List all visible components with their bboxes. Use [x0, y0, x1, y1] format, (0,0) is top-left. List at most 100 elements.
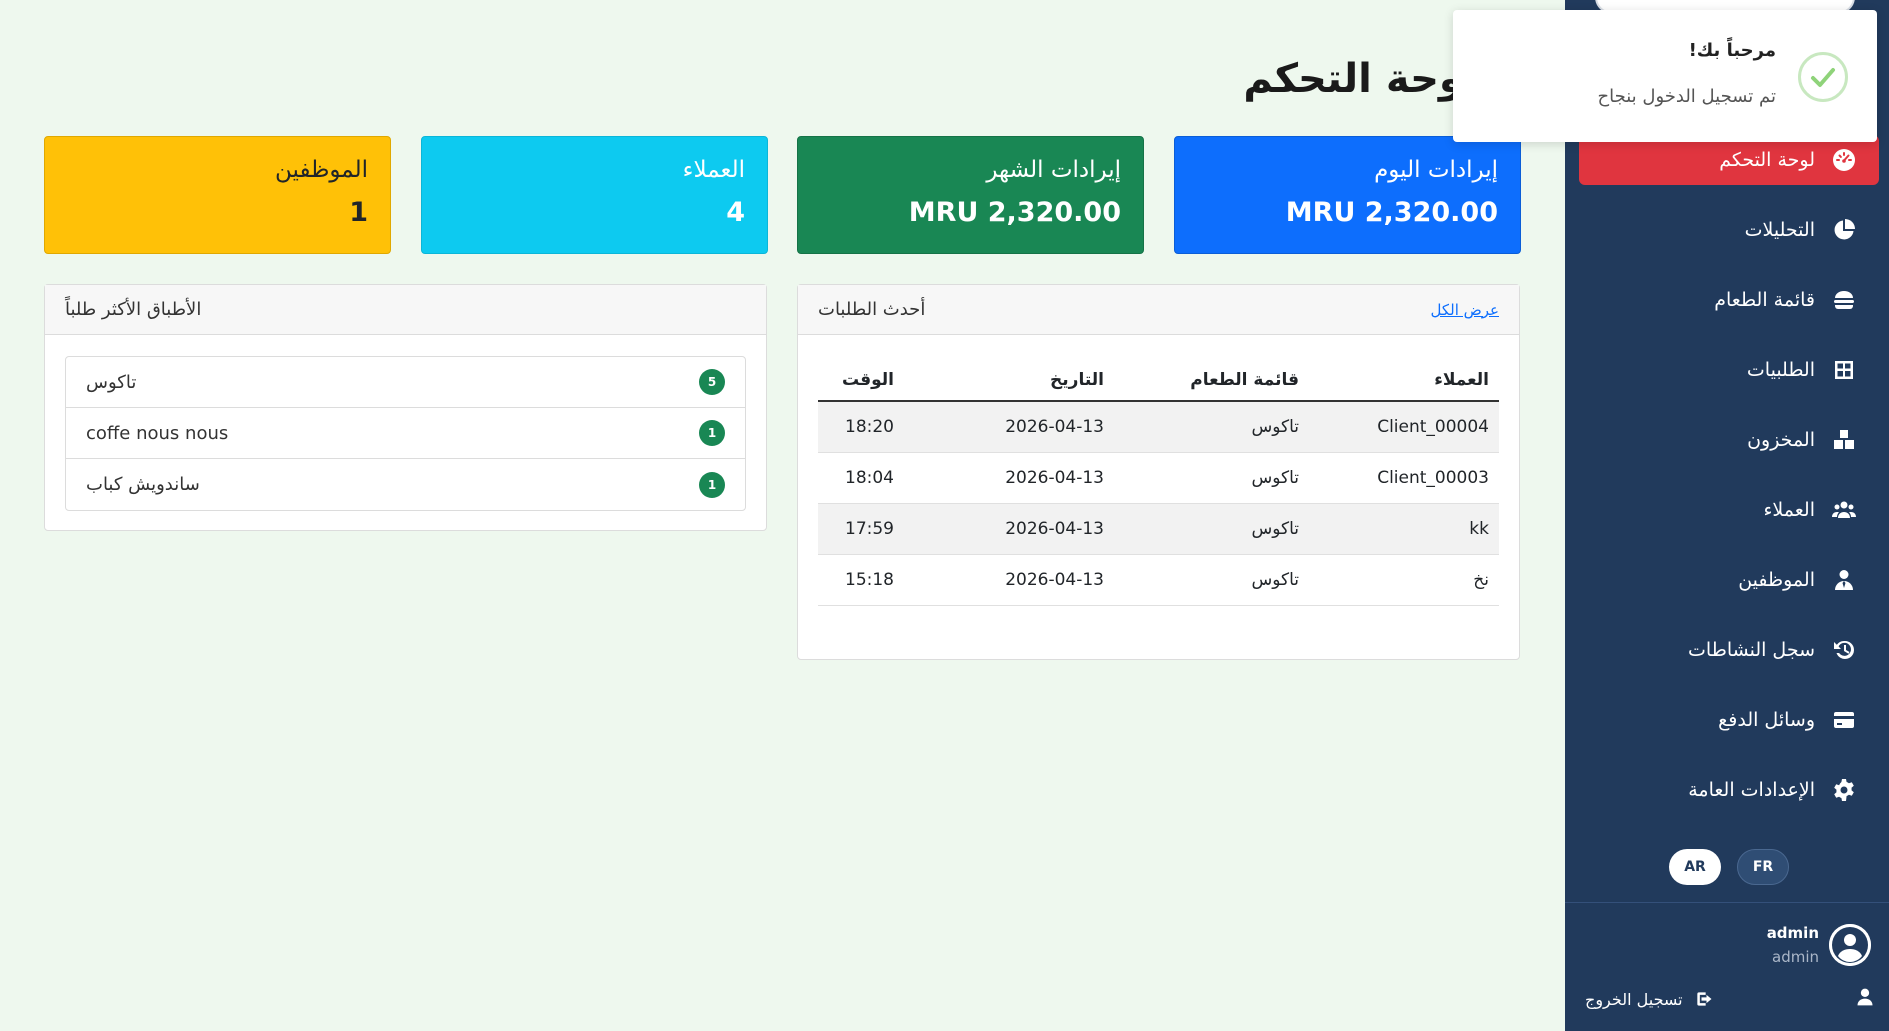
cell-menu: تاكوس — [1104, 554, 1299, 606]
sidebar-item-label: لوحة التحكم — [1719, 149, 1815, 171]
column-header-time: الوقت — [818, 351, 894, 402]
panel-title: الأطباق الأكثر طلباً — [65, 299, 202, 320]
toast-message: تم تسجيل الدخول بنجاح — [1597, 86, 1776, 107]
latest-orders-panel: أحدث الطلبات عرض الكل العملاء قائمة الطع… — [797, 284, 1520, 660]
logout-icon — [1691, 986, 1717, 1012]
check-circle-icon — [1798, 52, 1848, 102]
cell-client: نخ — [1299, 554, 1499, 606]
stat-value: 1 — [349, 197, 368, 228]
table-row[interactable]: Client_00004 تاكوس 2026-04-13 18:20 — [818, 401, 1499, 453]
stat-card-today-revenue: إيرادات اليوم MRU 2,320.00 — [1174, 136, 1521, 254]
cell-client: Client_00004 — [1299, 401, 1499, 453]
credit-card-icon — [1831, 707, 1857, 733]
cell-date: 2026-04-13 — [894, 554, 1104, 606]
view-all-link[interactable]: عرض الكل — [1430, 301, 1499, 319]
user-icon — [1855, 987, 1875, 1011]
logout-button[interactable]: تسجيل الخروج — [1585, 986, 1717, 1012]
users-icon — [1831, 497, 1857, 523]
avatar — [1829, 924, 1871, 966]
user-name: admin — [1766, 924, 1819, 942]
sidebar-item-label: وسائل الدفع — [1718, 709, 1815, 731]
burger-icon — [1831, 287, 1857, 313]
table-row[interactable]: kk تاكوس 2026-04-13 17:59 — [818, 503, 1499, 555]
cell-time: 17:59 — [818, 503, 894, 555]
list-item: تاكوس 5 — [66, 357, 745, 408]
table-row[interactable]: Client_00003 تاكوس 2026-04-13 18:04 — [818, 452, 1499, 504]
column-header-menu: قائمة الطعام — [1104, 351, 1299, 402]
user-role: admin — [1772, 948, 1819, 966]
cell-time: 18:04 — [818, 452, 894, 504]
dashboard-gauge-icon — [1831, 147, 1857, 173]
stat-card-clients: العملاء 4 — [421, 136, 768, 254]
sidebar-item-label: الإعدادات العامة — [1688, 779, 1815, 801]
stat-value: MRU 2,320.00 — [908, 197, 1121, 228]
cell-menu: تاكوس — [1104, 503, 1299, 555]
column-header-date: التاريخ — [894, 351, 1104, 402]
sidebar-item-clients[interactable]: العملاء — [1579, 485, 1879, 535]
dish-list: تاكوس 5 coffe nous nous 1 ساندويش كباب 1 — [65, 356, 746, 511]
sidebar-item-inventory[interactable]: المخزون — [1579, 415, 1879, 465]
boxes-icon — [1831, 427, 1857, 453]
panel-title: أحدث الطلبات — [818, 299, 926, 320]
table-grid-icon — [1831, 357, 1857, 383]
sidebar-item-analytics[interactable]: التحليلات — [1579, 205, 1879, 255]
page-title: لوحة التحكم — [1243, 56, 1479, 102]
history-icon — [1831, 637, 1857, 663]
stat-label: إيرادات اليوم — [1374, 157, 1498, 183]
cell-date: 2026-04-13 — [894, 452, 1104, 504]
orders-table: العملاء قائمة الطعام التاريخ الوقت Clien… — [818, 351, 1499, 606]
sidebar-divider — [1565, 902, 1889, 903]
cell-client: kk — [1299, 503, 1499, 555]
sidebar-item-label: قائمة الطعام — [1714, 289, 1815, 311]
count-badge: 1 — [699, 471, 725, 498]
stat-card-month-revenue: إيرادات الشهر MRU 2,320.00 — [797, 136, 1144, 254]
sidebar: لوحة التحكم التحليلات قائمة الطعام الطلب… — [1565, 0, 1889, 1031]
language-ar-button[interactable]: AR — [1669, 849, 1721, 885]
panel-header: الأطباق الأكثر طلباً — [45, 285, 766, 335]
sidebar-item-label: التحليلات — [1744, 219, 1815, 241]
sidebar-item-payment-methods[interactable]: وسائل الدفع — [1579, 695, 1879, 745]
dish-name: تاكوس — [86, 371, 137, 393]
sidebar-item-menu[interactable]: قائمة الطعام — [1579, 275, 1879, 325]
sidebar-item-employees[interactable]: الموظفين — [1579, 555, 1879, 605]
stat-label: إيرادات الشهر — [986, 157, 1121, 183]
logout-row: تسجيل الخروج — [1585, 986, 1875, 1012]
sidebar-item-dashboard[interactable]: لوحة التحكم — [1579, 135, 1879, 185]
cell-time: 15:18 — [818, 554, 894, 606]
list-item: coffe nous nous 1 — [66, 408, 745, 459]
sidebar-item-label: العملاء — [1763, 499, 1816, 521]
sidebar-item-label: الموظفين — [1738, 569, 1815, 591]
cell-menu: تاكوس — [1104, 452, 1299, 504]
stat-label: العملاء — [682, 157, 745, 183]
stat-value: 4 — [726, 197, 745, 228]
sidebar-item-label: الطلبيات — [1746, 359, 1815, 381]
column-header-client: العملاء — [1299, 351, 1499, 402]
sidebar-item-general-settings[interactable]: الإعدادات العامة — [1579, 765, 1879, 815]
cell-date: 2026-04-13 — [894, 503, 1104, 555]
stat-label: الموظفين — [275, 157, 368, 183]
stat-card-employees: الموظفين 1 — [44, 136, 391, 254]
success-toast[interactable]: مرحباً بك! تم تسجيل الدخول بنجاح — [1453, 10, 1877, 142]
sidebar-item-activity-log[interactable]: سجل النشاطات — [1579, 625, 1879, 675]
user-profile: admin admin — [1767, 924, 1871, 966]
logout-label: تسجيل الخروج — [1585, 989, 1683, 1009]
table-row[interactable]: نخ تاكوس 2026-04-13 15:18 — [818, 554, 1499, 606]
cell-date: 2026-04-13 — [894, 401, 1104, 453]
cell-client: Client_00003 — [1299, 452, 1499, 504]
count-badge: 1 — [699, 420, 725, 446]
panel-header: أحدث الطلبات عرض الكل — [798, 285, 1519, 335]
count-badge: 5 — [699, 369, 725, 395]
top-dishes-panel: الأطباق الأكثر طلباً تاكوس 5 coffe nous … — [44, 284, 767, 531]
user-circle-icon — [1829, 924, 1871, 966]
pie-chart-icon — [1831, 217, 1857, 243]
cell-menu: تاكوس — [1104, 401, 1299, 453]
user-tie-icon — [1831, 567, 1857, 593]
gear-icon — [1831, 777, 1857, 803]
sidebar-item-label: سجل النشاطات — [1688, 639, 1815, 661]
toast-title: مرحباً بك! — [1688, 40, 1776, 61]
list-item: ساندويش كباب 1 — [66, 459, 745, 510]
language-fr-button[interactable]: FR — [1737, 849, 1789, 885]
dish-name: ساندويش كباب — [86, 474, 200, 495]
sidebar-item-orders[interactable]: الطلبيات — [1579, 345, 1879, 395]
sidebar-item-label: المخزون — [1747, 429, 1815, 451]
